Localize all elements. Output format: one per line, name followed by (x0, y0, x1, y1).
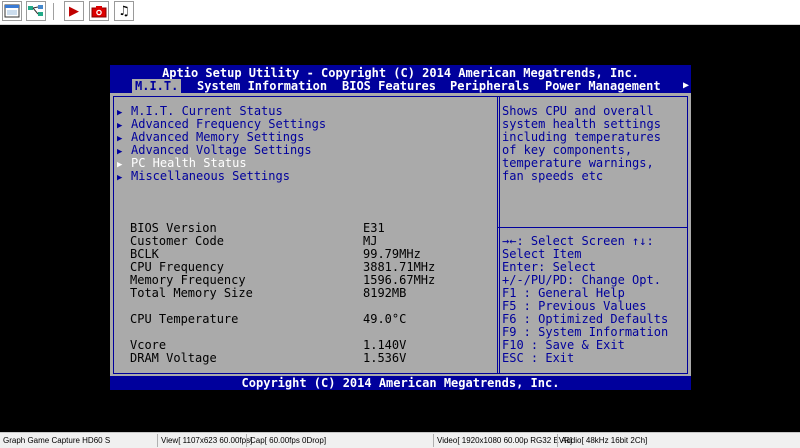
info-label-cpu-temperature: CPU Temperature (130, 312, 239, 326)
bios-header: Aptio Setup Utility - Copyright (C) 2014… (110, 65, 691, 93)
info-label-dram-voltage: DRAM Voltage (130, 351, 217, 365)
tab-power-management[interactable]: Power Management (545, 79, 661, 93)
info-value-dram-voltage: 1.536V (363, 351, 407, 365)
menu-item-miscellaneous[interactable]: ▶ Miscellaneous Settings (117, 170, 290, 184)
tab-mit[interactable]: M.I.T. (132, 79, 182, 93)
camera-icon[interactable] (89, 1, 109, 21)
status-divider (157, 434, 158, 447)
status-video: Video[ 1920x1080 60.00p RG32 EVR] (437, 436, 573, 445)
status-cap: Cap[ 60.00fps 0Drop] (250, 436, 327, 445)
info-value-total-memory: 8192MB (363, 286, 407, 300)
key-legend-line: ESC : Exit (502, 351, 575, 365)
status-divider (246, 434, 247, 447)
help-divider (498, 227, 687, 228)
help-text-line: fan speeds etc (502, 169, 604, 183)
status-divider (557, 434, 558, 447)
music-icon[interactable]: ♫ (114, 1, 134, 21)
bios-footer: Copyright (C) 2014 American Megatrends, … (110, 376, 691, 390)
graph-icon[interactable] (26, 1, 46, 21)
status-divider (433, 434, 434, 447)
bios-tab-bar: M.I.T. System Information BIOS Features … (110, 79, 691, 93)
toolbar-separator (53, 3, 54, 20)
tab-more-arrow-icon[interactable]: ▶ (683, 79, 689, 93)
submenu-arrow-icon: ▶ (117, 173, 123, 183)
tab-system-information[interactable]: System Information (197, 79, 327, 93)
status-view: View[ 1107x623 60.00fps] (161, 436, 253, 445)
bios-screen: Aptio Setup Utility - Copyright (C) 2014… (110, 65, 691, 390)
capture-toolbar: ▶ ♫ (0, 0, 800, 25)
info-label-total-memory: Total Memory Size (130, 286, 253, 300)
tab-peripherals[interactable]: Peripherals (450, 79, 529, 93)
info-value-cpu-temperature: 49.0°C (363, 312, 407, 326)
play-icon[interactable]: ▶ (64, 1, 84, 21)
status-audio: Audio[ 48kHz 16bit 2Ch] (561, 436, 648, 445)
status-device: Graph Game Capture HD60 S (3, 436, 111, 445)
status-bar: Graph Game Capture HD60 S View[ 1107x623… (0, 432, 800, 448)
window-icon[interactable] (2, 1, 22, 21)
tab-bios-features[interactable]: BIOS Features (342, 79, 436, 93)
bios-title: Aptio Setup Utility - Copyright (C) 2014… (162, 66, 639, 80)
